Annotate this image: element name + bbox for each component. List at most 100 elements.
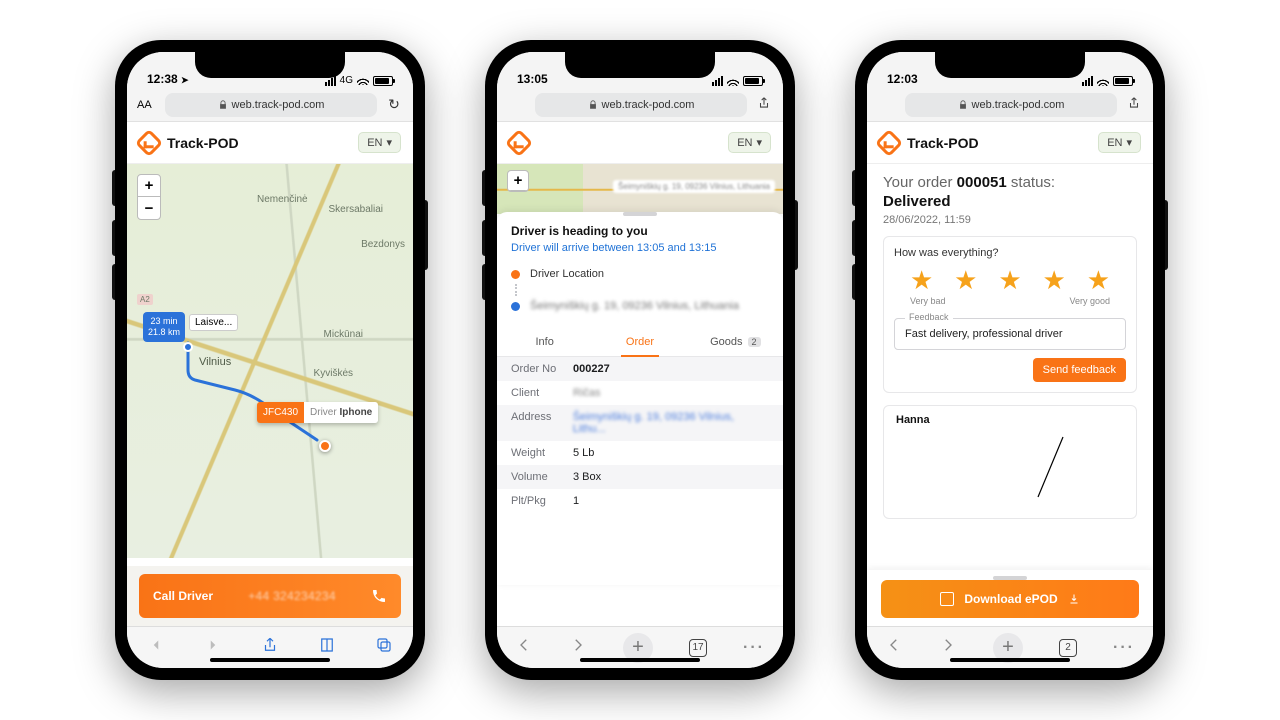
chevron-down-icon: ▾ [756, 136, 762, 149]
call-driver-button[interactable]: Call Driver +44 324234234 [139, 574, 401, 618]
lock-icon [588, 100, 598, 110]
logo-icon [135, 128, 163, 156]
send-feedback-button[interactable]: Send feedback [1033, 358, 1126, 382]
app-header: Track-POD EN▾ [127, 122, 413, 164]
eta-tooltip: 23 min 21.8 km [143, 312, 185, 342]
document-icon [940, 592, 954, 606]
url-field[interactable]: web.track-pod.com [165, 93, 377, 117]
phone-mockup-1: 12:38 ➤ 4G AA web.track-pod.com ↻ [115, 40, 425, 680]
delivered-timestamp: 28/06/2022, 11:59 [883, 214, 1137, 226]
driver-chip[interactable]: JFC430 Driver Iphone [257, 402, 378, 423]
url-field[interactable]: web.track-pod.com [905, 93, 1117, 117]
route-path [185, 340, 315, 450]
download-icon [1068, 593, 1080, 605]
tabs-button[interactable] [375, 636, 393, 659]
feedback-card: How was everything? ★ ★ ★ ★ ★ Very bad V… [883, 236, 1137, 393]
phone-icon [371, 588, 387, 604]
map-label: Nemenčinė [257, 194, 308, 205]
back-button[interactable] [515, 636, 533, 659]
download-label: Download ePOD [964, 592, 1057, 606]
scale-low-label: Very bad [910, 296, 946, 306]
feedback-input[interactable]: Feedback Fast delivery, professional dri… [894, 318, 1126, 350]
url-field[interactable]: web.track-pod.com [535, 93, 747, 117]
signature-card: Hanna [883, 405, 1137, 519]
battery-icon [743, 76, 763, 86]
network-label: 4G [340, 75, 353, 86]
row-volume: Volume3 Box [497, 465, 783, 489]
star-icon[interactable]: ★ [910, 265, 933, 296]
clock: 12:03 [887, 72, 918, 86]
tabs-button[interactable]: 2 [1059, 639, 1077, 657]
order-details: Order No000227 ClientRičas AddressŠeimyn… [497, 357, 783, 513]
zoom-in-button[interactable]: + [138, 175, 160, 197]
star-rating[interactable]: ★ ★ ★ ★ ★ [894, 265, 1126, 296]
call-driver-label: Call Driver [153, 589, 213, 603]
feedback-question: How was everything? [894, 247, 1126, 259]
star-icon[interactable]: ★ [954, 265, 977, 296]
download-epod-button[interactable]: Download ePOD [881, 580, 1139, 618]
destination-chip[interactable]: Laisve... [189, 314, 238, 331]
row-address: AddressŠeimyniškių g. 19, 09236 Vilnius,… [497, 405, 783, 441]
scale-high-label: Very good [1069, 296, 1110, 306]
brand-logo[interactable]: Track-POD [509, 133, 529, 153]
bookmarks-button[interactable] [318, 636, 336, 659]
map-address-chip: Šeimyniškių g. 19, 09236 Vilnius, Lithua… [613, 180, 775, 193]
forward-button[interactable] [204, 636, 222, 659]
star-icon[interactable]: ★ [1043, 265, 1066, 296]
map-label: Mickūnai [324, 329, 363, 340]
zoom-in-button[interactable]: + [508, 171, 528, 191]
destination-marker[interactable] [183, 342, 193, 352]
status-badge: Delivered [883, 193, 1137, 210]
row-client: ClientRičas [497, 381, 783, 405]
driver-code: JFC430 [257, 402, 304, 423]
more-button[interactable]: ··· [1113, 639, 1135, 657]
wifi-icon [357, 76, 369, 85]
share-button[interactable] [1125, 96, 1143, 113]
tab-order[interactable]: Order [592, 328, 687, 356]
forward-button[interactable] [569, 636, 587, 659]
tab-info[interactable]: Info [497, 328, 592, 356]
text-size-button[interactable]: AA [137, 99, 157, 111]
drag-handle[interactable] [623, 212, 657, 216]
app-header: Track-POD EN▾ [497, 122, 783, 164]
sheet-title: Driver is heading to you [497, 224, 783, 242]
phone-mockup-2: 13:05 web.track-pod.com Track-POD [485, 40, 795, 680]
row-plt: Plt/Pkg1 [497, 489, 783, 513]
brand-logo[interactable]: Track-POD [139, 133, 239, 153]
map-label: Bezdonys [361, 239, 405, 250]
driver-marker[interactable] [319, 440, 331, 452]
row-order-no: Order No000227 [497, 357, 783, 381]
map-label: Kyviškės [314, 368, 353, 379]
star-icon[interactable]: ★ [1087, 265, 1110, 296]
star-icon[interactable]: ★ [998, 265, 1021, 296]
tracking-sheet: Driver is heading to you Driver will arr… [497, 212, 783, 585]
signature-image [896, 426, 1124, 506]
back-button[interactable] [885, 636, 903, 659]
back-button[interactable] [147, 636, 165, 659]
legend-destination: Šeimyniškių g. 19, 09236 Vilnius, Lithua… [497, 296, 783, 316]
share-button[interactable] [755, 96, 773, 113]
more-button[interactable]: ··· [743, 639, 765, 657]
language-selector[interactable]: EN▾ [1098, 132, 1141, 153]
reload-button[interactable]: ↻ [385, 96, 403, 113]
zoom-out-button[interactable]: − [138, 197, 160, 219]
row-weight: Weight5 Lb [497, 441, 783, 465]
zoom-control: + [507, 170, 529, 192]
language-selector[interactable]: EN▾ [728, 132, 771, 153]
wifi-icon [727, 77, 739, 86]
tab-goods[interactable]: Goods 2 [688, 328, 783, 356]
logo-icon [875, 128, 903, 156]
wifi-icon [1097, 77, 1109, 86]
clock: 13:05 [517, 72, 548, 86]
tabs-button[interactable]: 17 [689, 639, 707, 657]
battery-icon [373, 76, 393, 86]
share-button[interactable] [261, 636, 279, 659]
map-viewport[interactable]: + Šeimyniškių g. 19, 09236 Vilnius, Lith… [497, 164, 783, 214]
logo-icon [505, 128, 533, 156]
legend-driver: Driver Location [497, 264, 783, 284]
language-selector[interactable]: EN▾ [358, 132, 401, 153]
forward-button[interactable] [939, 636, 957, 659]
dot-icon [511, 302, 520, 311]
map-viewport[interactable]: + − Skersabaliai Nemenčinė Bezdonys Viln… [127, 164, 413, 558]
brand-logo[interactable]: Track-POD [879, 133, 979, 153]
